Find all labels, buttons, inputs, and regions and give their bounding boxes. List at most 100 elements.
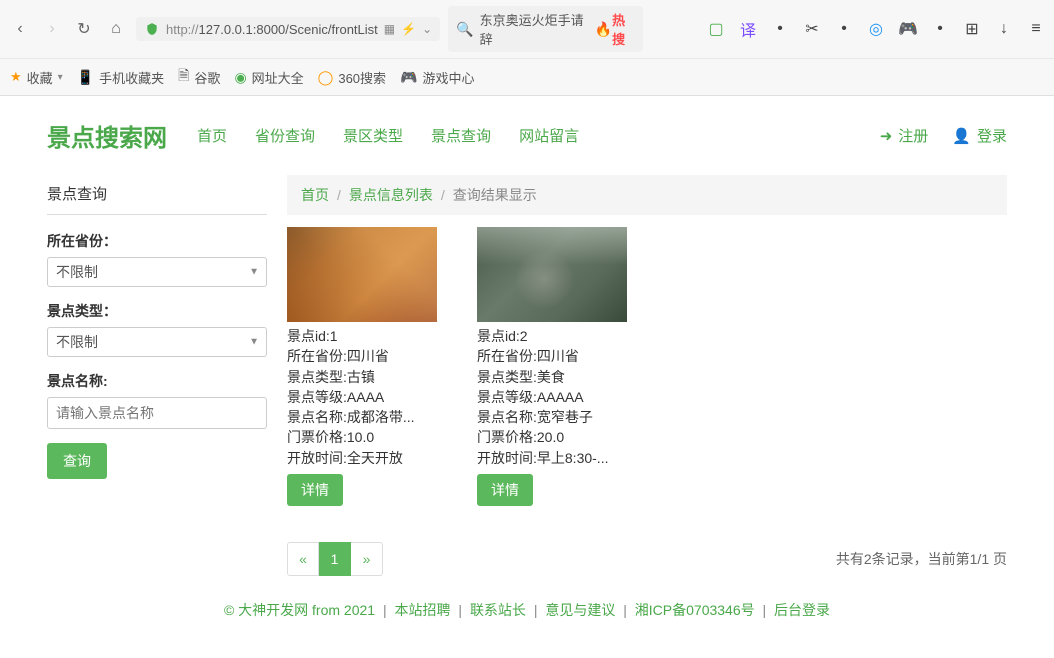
page-1[interactable]: 1	[319, 542, 351, 576]
browser-toolbar: ‹ › ↻ ⌂ http://127.0.0.1:8000/Scenic/fro…	[0, 0, 1054, 58]
card-province: 所在省份:四川省	[287, 346, 457, 366]
card-price: 门票价格:20.0	[477, 427, 647, 447]
hot-badge: 🔥热搜	[595, 10, 636, 48]
sidebar: 景点查询 所在省份： 不限制 景点类型： 不限制 景点名称:	[47, 175, 267, 576]
breadcrumb-list[interactable]: 景点信息列表	[349, 185, 433, 205]
card-id: 景点id:1	[287, 326, 457, 346]
nav-home[interactable]: 首页	[197, 125, 227, 146]
detail-button[interactable]: 详情	[287, 474, 343, 506]
breadcrumb-current: 查询结果显示	[453, 185, 537, 205]
game-icon: 🎮	[400, 69, 417, 86]
user-icon: 👤	[952, 127, 971, 145]
card-type: 景点类型:美食	[477, 367, 647, 387]
doc-icon: 🗎	[178, 65, 189, 89]
pagination: « 1 »	[287, 542, 383, 576]
bookmark-mobile[interactable]: 📱手机收藏夹	[77, 68, 164, 87]
dot-icon[interactable]: •	[770, 19, 790, 39]
dot2-icon[interactable]: •	[834, 19, 854, 39]
card-name: 景点名称:成都洛带...	[287, 407, 457, 427]
back-button[interactable]: ‹	[8, 17, 32, 41]
result-card: 景点id:1 所在省份:四川省 景点类型:古镇 景点等级:AAAA 景点名称:成…	[287, 227, 457, 506]
footer-recruit[interactable]: 本站招聘	[395, 602, 451, 618]
result-card: 景点id:2 所在省份:四川省 景点类型:美食 景点等级:AAAAA 景点名称:…	[477, 227, 647, 506]
breadcrumb: 首页 / 景点信息列表 / 查询结果显示	[287, 175, 1007, 215]
shield-icon	[144, 21, 160, 37]
card-province: 所在省份:四川省	[477, 346, 647, 366]
dot3-icon[interactable]: •	[930, 19, 950, 39]
footer: © 大神开发网 from 2021 | 本站招聘 | 联系站长 | 意见与建议 …	[47, 576, 1007, 644]
nav-register[interactable]: ➜注册	[880, 125, 929, 146]
name-label: 景点名称:	[47, 371, 267, 391]
card-open-time: 开放时间:早上8:30-...	[477, 448, 647, 468]
browser-search-bar[interactable]: 🔍 东京奥运火炬手请辞 🔥热搜	[448, 6, 643, 52]
home-button[interactable]: ⌂	[104, 17, 128, 41]
card-grade: 景点等级:AAAA	[287, 387, 457, 407]
type-select[interactable]: 不限制	[47, 327, 267, 357]
bookmark-360[interactable]: ◯360搜索	[318, 68, 386, 87]
breadcrumb-home[interactable]: 首页	[301, 185, 329, 205]
star-icon: ★	[10, 69, 22, 85]
breadcrumb-sep: /	[441, 187, 445, 203]
refresh-button[interactable]: ↻	[72, 17, 96, 41]
province-label: 所在省份：	[47, 231, 267, 251]
card-image[interactable]	[477, 227, 627, 322]
nav-province[interactable]: 省份查询	[255, 125, 315, 146]
forward-button[interactable]: ›	[40, 17, 64, 41]
bookmark-google[interactable]: 🗎谷歌	[178, 65, 220, 89]
bookmark-game[interactable]: 🎮游戏中心	[400, 68, 474, 87]
scissors-icon[interactable]: ✂	[802, 19, 822, 39]
search-icon: 🔍	[456, 21, 473, 38]
navbar: 景点搜索网 首页 省份查询 景区类型 景点查询 网站留言 ➜注册 👤登录	[47, 96, 1007, 165]
fire-icon: 🔥	[595, 21, 612, 38]
province-select[interactable]: 不限制	[47, 257, 267, 287]
footer-icp[interactable]: 湘ICP备0703346号	[635, 602, 755, 618]
download-icon[interactable]: ↓	[994, 19, 1014, 39]
bookmark-urlall[interactable]: ◉网址大全	[234, 68, 303, 87]
grid-icon[interactable]: ⊞	[962, 19, 982, 39]
content-area: 首页 / 景点信息列表 / 查询结果显示 景点id:1 所在省份:四川省 景点类…	[287, 175, 1007, 576]
search-placeholder: 东京奥运火炬手请辞	[480, 10, 589, 48]
nav-login[interactable]: 👤登录	[952, 125, 1007, 146]
sidebar-title: 景点查询	[47, 175, 267, 215]
footer-contact[interactable]: 联系站长	[470, 602, 526, 618]
url-text: http://127.0.0.1:8000/Scenic/frontList	[166, 22, 378, 37]
nav-message[interactable]: 网站留言	[519, 125, 579, 146]
footer-feedback[interactable]: 意见与建议	[545, 602, 615, 618]
lightning-icon[interactable]: ⚡	[401, 22, 416, 36]
page-next[interactable]: »	[351, 542, 383, 576]
detail-button[interactable]: 详情	[477, 474, 533, 506]
card-id: 景点id:2	[477, 326, 647, 346]
circle-icon[interactable]: ◎	[866, 19, 886, 39]
circle-o-icon: ◯	[318, 69, 334, 86]
nav-area-type[interactable]: 景区类型	[343, 125, 403, 146]
bookmark-favorites[interactable]: ★收藏▾	[10, 68, 63, 87]
translate-icon[interactable]: 译	[738, 19, 758, 39]
chevron-down-icon[interactable]: ⌄	[422, 22, 432, 36]
menu-icon[interactable]: ≡	[1026, 19, 1046, 39]
nav-scenic-search[interactable]: 景点查询	[431, 125, 491, 146]
card-type: 景点类型:古镇	[287, 367, 457, 387]
submit-button[interactable]: 查询	[47, 443, 107, 479]
card-price: 门票价格:10.0	[287, 427, 457, 447]
card-open-time: 开放时间:全天开放	[287, 448, 457, 468]
card-name: 景点名称:宽窄巷子	[477, 407, 647, 427]
mobile-icon: 📱	[77, 69, 94, 86]
page-prev[interactable]: «	[287, 542, 319, 576]
gamepad-icon[interactable]: 🎮	[898, 19, 918, 39]
card-grade: 景点等级:AAAAA	[477, 387, 647, 407]
type-label: 景点类型：	[47, 301, 267, 321]
breadcrumb-sep: /	[337, 187, 341, 203]
footer-admin[interactable]: 后台登录	[774, 602, 830, 618]
page-info: 共有2条记录，当前第1/1 页	[836, 549, 1007, 569]
globe-icon: ◉	[234, 69, 246, 86]
name-input[interactable]	[47, 397, 267, 429]
site-logo[interactable]: 景点搜索网	[47, 118, 167, 153]
qr-icon[interactable]: ▦	[384, 22, 395, 36]
bookmarks-bar: ★收藏▾ 📱手机收藏夹 🗎谷歌 ◉网址大全 ◯360搜索 🎮游戏中心	[0, 58, 1054, 95]
shield-toolbar-icon[interactable]: ▢	[706, 19, 726, 39]
card-image[interactable]	[287, 227, 437, 322]
footer-copyright: © 大神开发网 from 2021	[224, 602, 375, 618]
register-icon: ➜	[880, 127, 893, 145]
browser-chrome: ‹ › ↻ ⌂ http://127.0.0.1:8000/Scenic/fro…	[0, 0, 1054, 96]
url-bar[interactable]: http://127.0.0.1:8000/Scenic/frontList ▦…	[136, 17, 440, 41]
